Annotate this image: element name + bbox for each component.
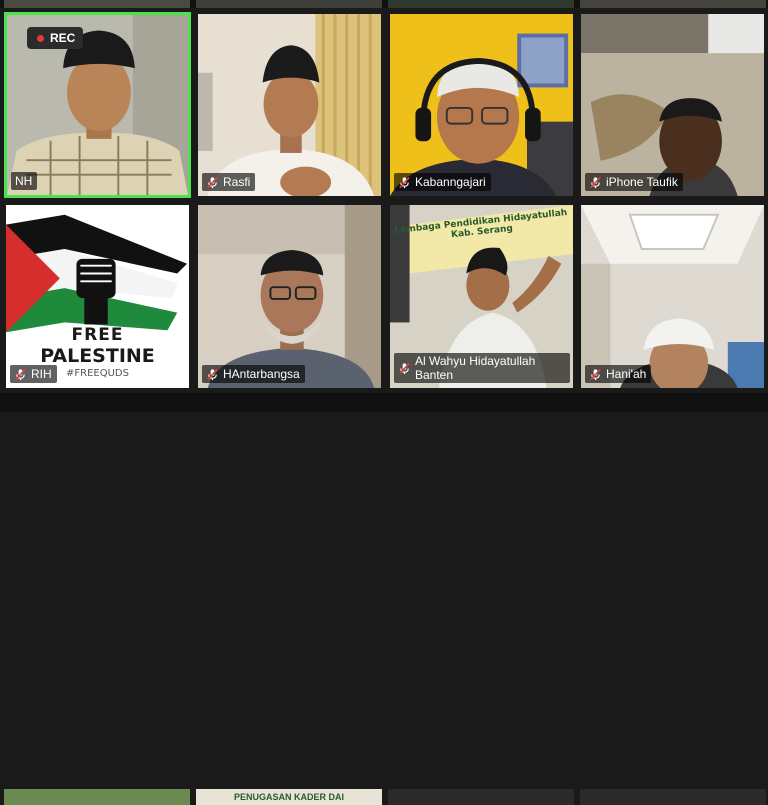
partial-video-tile [580,789,766,805]
participant-name-label: Rasfi [202,173,256,191]
participant-name: Rasfi [223,175,251,189]
video-tile-kabanngajari[interactable]: Kabanngajari [388,12,575,198]
mic-muted-icon [590,176,601,188]
mic-muted-icon [207,368,218,380]
recording-indicator: REC [27,27,84,49]
partial-video-tile [388,0,574,8]
video-tile-al-wahyu[interactable]: Lembaga Pendidikan Hidayatullah Kab. Ser… [388,203,575,390]
mic-muted-icon [590,368,601,380]
participant-name: iPhone Taufik [606,175,678,189]
previous-row-strip [0,0,768,8]
partial-video-tile [580,0,766,8]
participant-name-label: NH [11,172,38,190]
participant-name-label: Kabanngajari [394,173,491,191]
video-tile-rih[interactable]: FREE PALESTINE #FREEQUDS RIH [4,203,191,390]
mic-muted-icon [399,362,410,374]
next-row-strip: PENUGASAN KADER DAI [0,393,768,805]
participant-video [581,205,764,388]
video-tile-hantarbangsa[interactable]: HAntarbangsa [196,203,383,390]
poster-line-free: FREE [71,325,124,345]
participant-name-label: HAntarbangsa [202,365,305,383]
video-tile-haniah[interactable]: Hani'ah [579,203,766,390]
mic-muted-icon [399,176,410,188]
participant-video [581,14,764,196]
video-tile-nh[interactable]: REC NH [4,12,191,198]
participant-video [390,14,573,196]
participant-name: Al Wahyu Hidayatullah Banten [415,354,536,382]
mic-muted-icon [207,176,218,188]
participant-name-label: Al Wahyu Hidayatullah Banten [394,353,570,383]
participant-video [198,14,381,196]
video-tile-rasfi[interactable]: Rasfi [196,12,383,198]
participant-name-label: Hani'ah [585,365,652,383]
recording-label: REC [50,31,76,45]
participant-name: Kabanngajari [415,175,486,189]
partial-video-tile [4,789,190,805]
participant-video [198,205,381,388]
record-dot-icon [37,34,44,42]
participant-name: RIH [31,367,52,381]
partial-video-tile [388,789,574,805]
partial-video-tile-sign: PENUGASAN KADER DAI [196,789,382,805]
partial-video-tile [4,0,190,8]
poster-line-palestine: PALESTINE [40,345,155,367]
video-tile-iphone-taufik[interactable]: iPhone Taufik [579,12,766,198]
participant-name: Hani'ah [606,367,647,381]
participant-name-label: iPhone Taufik [585,173,683,191]
participant-name: NH [15,174,33,188]
participant-name: HAntarbangsa [223,367,300,381]
participant-name-label: RIH [10,365,57,383]
partial-video-tile [196,0,382,8]
mic-muted-icon [15,368,26,380]
